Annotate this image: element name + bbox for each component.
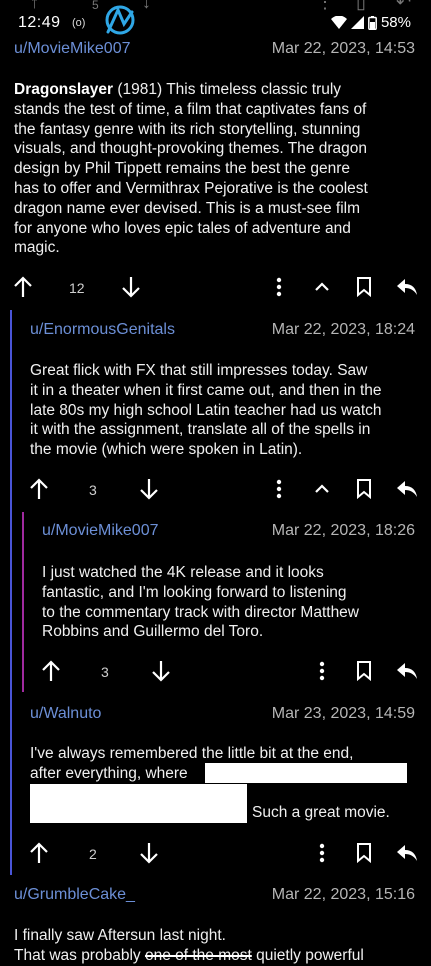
comment-date: Mar 22, 2023, 18:24 [271,321,415,338]
upvote-icon[interactable] [29,478,49,500]
action-row: 12 [0,273,431,303]
comment-line: has to offer and Vermithrax Pejorative i… [14,179,368,197]
upvote-icon[interactable] [41,660,61,682]
battery-percent: 58% [380,14,411,31]
comment-line: Dragonslayer (1981) This timeless classi… [14,81,342,98]
upvote-icon[interactable] [29,842,49,864]
comment-line: the fantasy genre with its rich storytel… [14,120,361,138]
ghost-reply-icon: ↶ [396,0,412,12]
status-indicator: (o) [72,17,86,29]
save-icon[interactable] [356,276,372,297]
collapse-icon[interactable] [314,282,330,292]
comment-date: Mar 22, 2023, 14:53 [271,40,415,57]
comment-author[interactable]: u/EnormousGenitals [30,321,175,339]
comment-line: it in a theater when it first came out, … [30,381,382,399]
comment-body: I just watched the 4K release and it loo… [42,563,425,642]
more-options-icon[interactable] [319,843,325,863]
downvote-icon[interactable] [151,660,171,682]
more-options-icon[interactable] [319,661,325,681]
save-icon[interactable] [356,478,372,499]
ghost-save-icon: ▯ [356,0,366,12]
ghost-more-icon: ⋮ [316,0,334,12]
comment-line: I've always remembered the little bit at… [30,745,354,762]
thread-line[interactable] [10,310,12,875]
app-logo-icon [105,5,135,35]
comment-line: stands the test of time, a film that cap… [14,100,367,118]
ghost-upvote-icon: ↑ [30,0,39,12]
spoiler-block[interactable] [205,763,407,783]
comment-line: I finally saw Aftersun last night. [14,927,226,944]
collapse-icon[interactable] [314,484,330,494]
comment-line: fantastic, and I'm looking forward to li… [42,583,347,601]
more-options-icon[interactable] [276,277,282,297]
comment-line: late 80s my high school Latin teacher ha… [30,401,382,419]
ghost-count: 5 [92,0,99,12]
comment-body: Dragonslayer (1981) This timeless classi… [14,80,419,258]
comment-line: magic. [14,239,60,257]
comment-author[interactable]: u/GrumbleCake_ [14,886,135,904]
comment-line: Great flick with FX that still impresses… [30,362,368,379]
downvote-icon[interactable] [121,276,141,298]
ghost-downvote-icon: ↓ [142,0,151,12]
wifi-icon [330,16,347,29]
vote-count: 3 [89,482,97,498]
reply-icon[interactable] [396,480,418,498]
comment-author[interactable]: u/MovieMike007 [42,522,159,540]
comment-line: for anyone who loves epic tales of adven… [14,219,351,237]
status-right: 58% [330,14,411,31]
comment-line: That was probably one of the most quietl… [14,946,364,964]
comment-line: visuals, and thought-provoking themes. T… [14,140,367,158]
comment-line: the movie (which were spoken in Latin). [30,441,303,459]
signal-icon [350,16,364,29]
status-bar: ↑ 5 ↓ ⋮ ▯ ↶ 12:49 (o) 58% [0,0,431,36]
reply-icon[interactable] [396,662,418,680]
reply-icon[interactable] [396,278,418,296]
vote-count: 12 [69,280,85,296]
downvote-icon[interactable] [139,478,159,500]
comment-body: I finally saw Aftersun last night. That … [14,926,429,966]
downvote-icon[interactable] [139,842,159,864]
struck-text: one of the most [144,946,252,964]
comment-line: Robbins and Guillermo del Toro. [42,623,264,641]
status-time: 12:49 [18,14,61,31]
comment-line: dragon name ever devised. This is a must… [14,199,361,217]
action-row: 3 [0,475,431,505]
vote-count: 2 [89,846,97,862]
comment-date: Mar 23, 2023, 14:59 [271,705,415,722]
action-row: 3 [0,657,431,687]
save-icon[interactable] [356,660,372,681]
comment-author[interactable]: u/Walnuto [30,705,101,723]
upvote-icon[interactable] [13,276,33,298]
action-row: 2 [0,839,431,869]
save-icon[interactable] [356,842,372,863]
comment-line: it with the assignment, translate all of… [30,421,371,439]
comment-line: design by Phil Tippett remains the best … [14,160,351,178]
comment-author[interactable]: u/MovieMike007 [14,40,131,58]
comment-body: Great flick with FX that still impresses… [30,361,425,460]
battery-icon [368,15,377,30]
comment-line: to the commentary track with director Ma… [42,603,360,621]
vote-count: 3 [101,664,109,680]
more-options-icon[interactable] [276,479,282,499]
spoiler-block[interactable] [30,784,247,823]
reply-icon[interactable] [396,844,418,862]
comment-date: Mar 22, 2023, 15:16 [271,886,415,903]
comment-line: I just watched the 4K release and it loo… [42,564,324,581]
comment-date: Mar 22, 2023, 18:26 [271,522,415,539]
movie-title: Dragonslayer [14,81,114,98]
comment-tail: Such a great movie. [252,804,390,821]
